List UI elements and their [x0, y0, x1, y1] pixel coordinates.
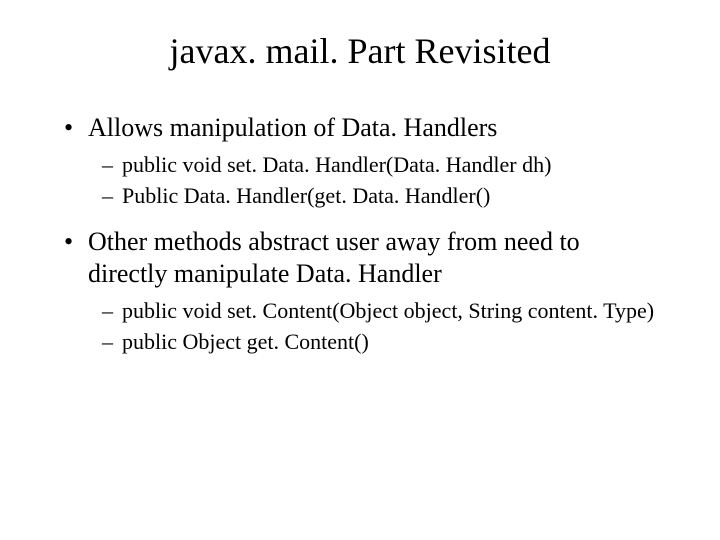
bullet-dot-icon: •: [60, 112, 88, 145]
bullet-l2: – public void set. Content(Object object…: [102, 297, 660, 325]
bullet-dash-icon: –: [102, 182, 122, 210]
bullet-l1-text: Other methods abstract user away from ne…: [88, 226, 660, 291]
bullet-group-0: • Allows manipulation of Data. Handlers …: [60, 112, 660, 210]
bullet-l2-text: public void set. Content(Object object, …: [122, 297, 660, 325]
bullet-l2-text: public Object get. Content(): [122, 328, 660, 356]
bullet-l2: – public Object get. Content(): [102, 328, 660, 356]
bullet-l2-text: Public Data. Handler(get. Data. Handler(…: [122, 182, 660, 210]
bullet-dash-icon: –: [102, 328, 122, 356]
bullet-group-1: • Other methods abstract user away from …: [60, 226, 660, 356]
bullet-l2-text: public void set. Data. Handler(Data. Han…: [122, 151, 660, 179]
bullet-l1: • Allows manipulation of Data. Handlers: [60, 112, 660, 145]
bullet-dash-icon: –: [102, 151, 122, 179]
bullet-dash-icon: –: [102, 297, 122, 325]
bullet-l2: – public void set. Data. Handler(Data. H…: [102, 151, 660, 179]
bullet-l2: – Public Data. Handler(get. Data. Handle…: [102, 182, 660, 210]
bullet-l1: • Other methods abstract user away from …: [60, 226, 660, 291]
slide-title: javax. mail. Part Revisited: [60, 30, 660, 72]
bullet-l1-text: Allows manipulation of Data. Handlers: [88, 112, 660, 145]
bullet-dot-icon: •: [60, 226, 88, 259]
